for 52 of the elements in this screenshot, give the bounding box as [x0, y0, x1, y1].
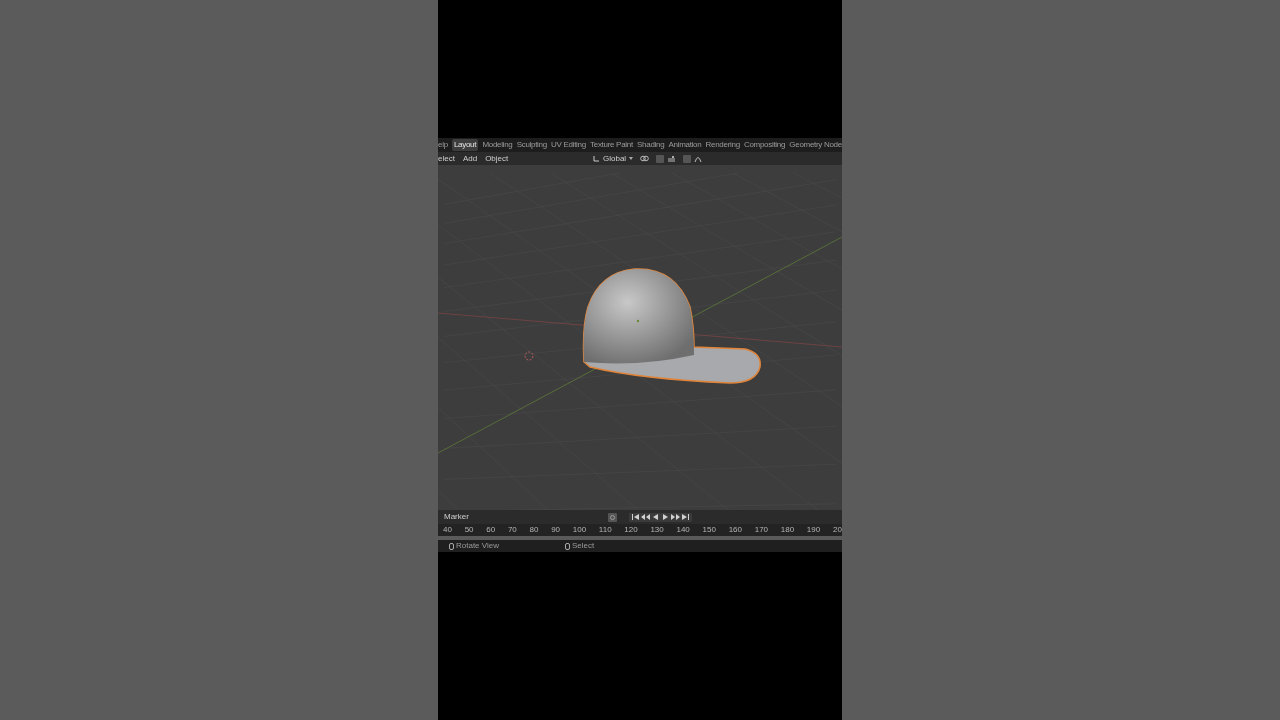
frame-number: 20 — [832, 524, 842, 536]
marker-menu[interactable]: Marker — [444, 511, 608, 523]
play-icon[interactable] — [661, 513, 670, 521]
workspace-tab[interactable]: Geometry Node — [789, 139, 842, 151]
frame-number: 100 — [572, 524, 587, 536]
header-menu[interactable]: elect — [438, 152, 455, 165]
frame-number: 140 — [676, 524, 690, 536]
workspace-tab[interactable]: Sculpting — [516, 139, 547, 151]
frame-number: 80 — [529, 524, 539, 536]
workspace-tab[interactable]: Rendering — [705, 139, 740, 151]
mouse-icon — [565, 542, 570, 550]
frame-number: 170 — [754, 524, 769, 536]
header-menu[interactable]: Object — [485, 152, 509, 165]
frame-number: 110 — [598, 524, 612, 536]
status-hint: Select — [572, 540, 595, 552]
snap-toggle[interactable] — [656, 154, 665, 163]
falloff-icon[interactable] — [694, 155, 703, 162]
help-menu[interactable]: elp — [438, 139, 448, 151]
status-hint: Rotate View — [456, 540, 499, 552]
frame-number: 130 — [650, 524, 664, 536]
workspace-tab[interactable]: Layout — [451, 139, 479, 151]
workspace-tab[interactable]: Texture Paint — [590, 139, 633, 151]
record-button[interactable] — [608, 512, 617, 522]
jump-start-icon[interactable] — [631, 513, 640, 521]
frame-number: 60 — [486, 524, 496, 536]
workspace-tab[interactable]: Shading — [637, 139, 665, 151]
header-menu[interactable]: Add — [462, 152, 478, 165]
jump-end-icon[interactable] — [681, 513, 690, 521]
previous-key-icon[interactable] — [641, 513, 650, 521]
frame-number: 180 — [780, 524, 795, 536]
caret-icon — [629, 157, 634, 160]
orientation-dropdown[interactable]: Global — [603, 152, 627, 165]
axes-icon — [593, 155, 600, 162]
frame-number: 90 — [551, 524, 561, 536]
workspace-tab[interactable]: UV Editing — [551, 139, 586, 151]
link-icon[interactable] — [640, 155, 650, 162]
frame-number: 120 — [624, 524, 638, 536]
frame-number: 150 — [702, 524, 716, 536]
workspace-tab[interactable]: Modeling — [482, 139, 513, 151]
next-key-icon[interactable] — [671, 513, 680, 521]
frame-number: 40 — [443, 524, 452, 536]
play-reverse-icon[interactable] — [651, 513, 660, 521]
frame-number: 70 — [507, 524, 517, 536]
proportional-toggle[interactable] — [683, 154, 692, 163]
mouse-icon — [449, 542, 454, 550]
snap-grid-icon[interactable] — [667, 155, 677, 162]
workspace-tab[interactable]: Compositing — [743, 139, 786, 151]
3d-cursor-icon — [524, 351, 534, 361]
frame-number: 160 — [728, 524, 742, 536]
frame-number: 190 — [806, 524, 821, 536]
frame-number: 50 — [464, 524, 474, 536]
workspace-tab[interactable]: Animation — [668, 139, 702, 151]
